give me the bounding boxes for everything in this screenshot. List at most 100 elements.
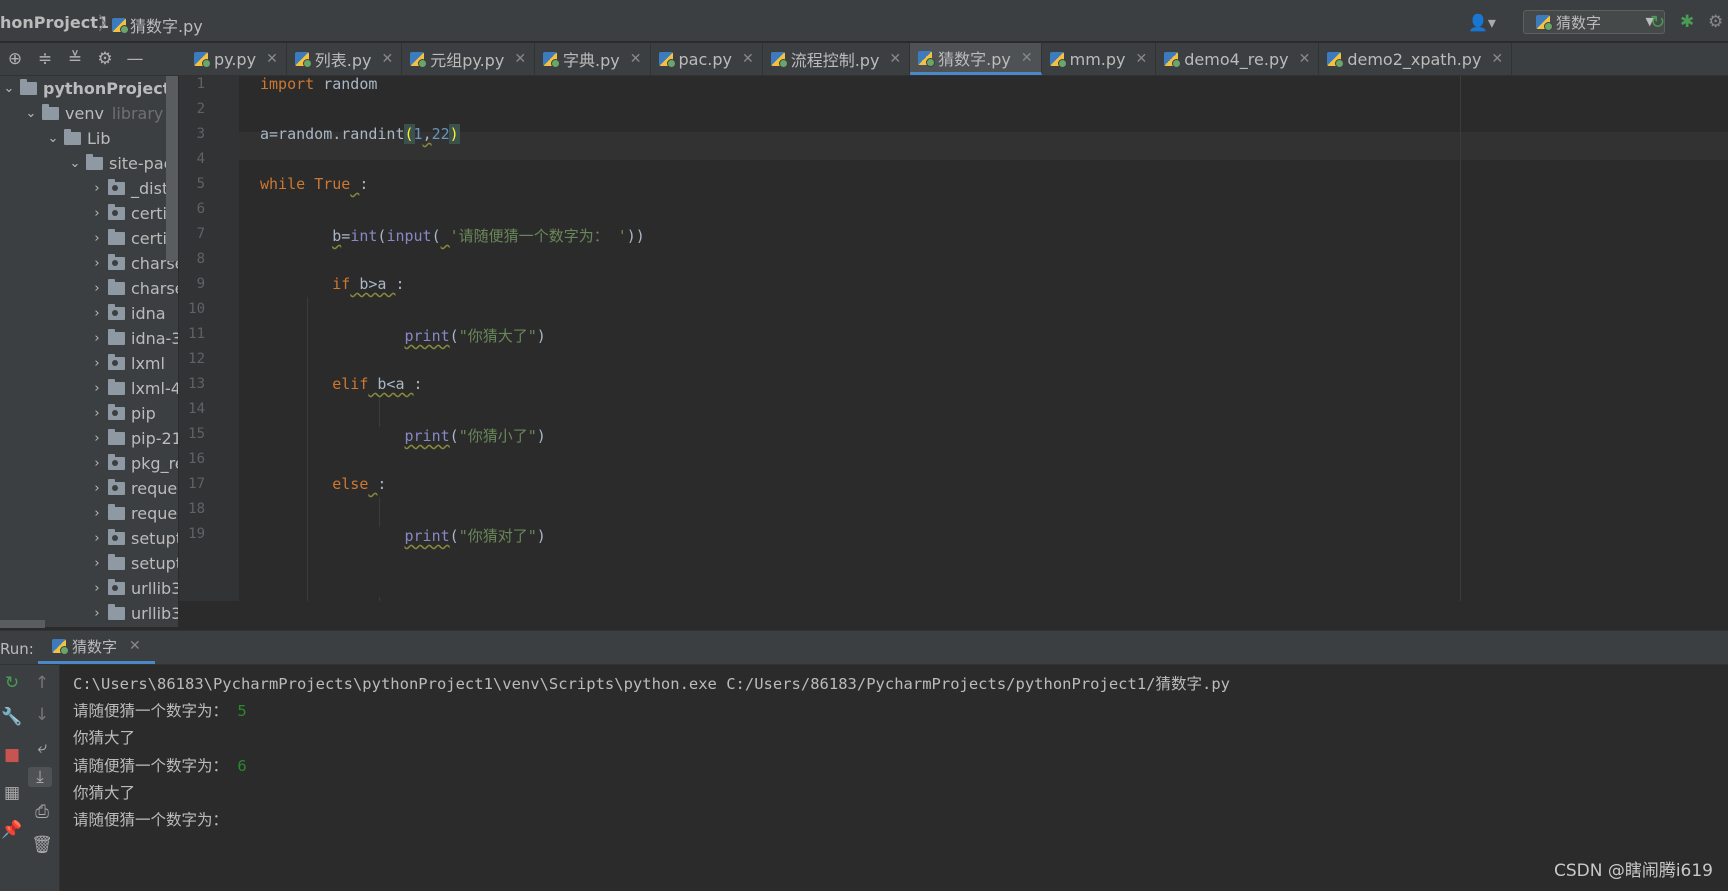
close-icon[interactable]: ✕ <box>266 51 278 67</box>
tree-item[interactable]: › reques <box>90 501 178 526</box>
tree-item[interactable]: ⌄pythonProject1C: <box>2 76 178 101</box>
editor-tab[interactable]: mm.py ✕ <box>1042 43 1157 75</box>
close-icon[interactable]: ✕ <box>630 51 642 67</box>
rerun-icon[interactable]: ↻ <box>1650 12 1665 33</box>
chevron-right-icon[interactable]: › <box>90 606 104 621</box>
tree-item[interactable]: ⌄venvlibrary roo <box>24 101 178 126</box>
tree-item[interactable]: › pip <box>90 401 156 426</box>
chevron-right-icon[interactable]: › <box>90 206 104 221</box>
breadcrumb-project[interactable]: honProject1 <box>0 13 109 32</box>
close-icon[interactable]: ✕ <box>1021 50 1033 66</box>
print-icon[interactable]: ⎙ <box>30 802 54 822</box>
tree-item[interactable]: › pip-21 <box>90 426 178 451</box>
tree-item[interactable]: › certifi <box>90 201 177 226</box>
chevron-right-icon[interactable]: › <box>90 306 104 321</box>
project-tree-scrollbar[interactable] <box>166 76 178 261</box>
run-console[interactable]: C:\Users\86183\PycharmProjects\pythonPro… <box>60 665 1728 891</box>
chevron-right-icon[interactable]: › <box>90 481 104 496</box>
bracket: )) <box>626 227 645 245</box>
chevron-right-icon[interactable]: › <box>90 281 104 296</box>
arrow-down-icon[interactable]: ↓ <box>30 705 54 725</box>
profile-icon[interactable]: ⚙ <box>1708 12 1723 32</box>
chevron-right-icon[interactable]: › <box>90 556 104 571</box>
minimize-icon[interactable]: — <box>120 49 150 69</box>
gear-icon[interactable]: ⚙ <box>90 49 120 69</box>
run-tab[interactable]: 猜数字 ✕ <box>38 631 155 664</box>
editor-tab[interactable]: 元组py.py ✕ <box>402 43 536 75</box>
indent-guide <box>379 497 380 527</box>
chevron-down-icon[interactable]: ⌄ <box>24 106 38 121</box>
editor-tab[interactable]: 列表.py ✕ <box>287 43 403 75</box>
tree-item[interactable]: › certifi- <box>90 226 178 251</box>
breadcrumb-file[interactable]: 猜数字.py <box>112 13 203 37</box>
chevron-right-icon[interactable]: › <box>90 506 104 521</box>
close-icon[interactable]: ✕ <box>1491 51 1503 67</box>
wrench-icon[interactable]: 🔧 <box>0 707 24 727</box>
close-icon[interactable]: ✕ <box>742 51 754 67</box>
tree-item[interactable]: ›charse <box>90 251 178 276</box>
soft-wrap-icon[interactable]: ⤶ <box>30 738 54 758</box>
debug-bug-icon[interactable]: ✱ <box>1680 12 1694 32</box>
scroll-to-end-icon[interactable]: ⤓ <box>28 767 52 787</box>
editor-tab[interactable]: 猜数字.py ✕ <box>910 43 1042 75</box>
run-tool-window-header: Run: 猜数字 ✕ <box>0 630 1728 665</box>
chevron-right-icon[interactable]: › <box>90 581 104 596</box>
stop-icon[interactable]: ■ <box>0 745 24 765</box>
chevron-down-icon[interactable]: ⌄ <box>68 156 82 171</box>
code-line-13: elif b<a : <box>260 375 422 393</box>
bracket: ( <box>449 327 459 345</box>
tree-item[interactable]: › lxml <box>90 351 165 376</box>
tree-item[interactable]: ⌄ Lib <box>46 126 111 151</box>
editor-tab[interactable]: 流程控制.py ✕ <box>763 43 911 75</box>
tree-item[interactable]: › idna <box>90 301 166 326</box>
tree-item[interactable]: ⌄site-packa <box>68 151 178 176</box>
arrow-up-icon[interactable]: ↑ <box>30 673 54 693</box>
person-icon[interactable]: 👤▾ <box>1468 13 1496 32</box>
run-configuration-dropdown[interactable]: 猜数字 ▼ <box>1523 10 1665 34</box>
editor-tab[interactable]: 字典.py ✕ <box>535 43 651 75</box>
chevron-right-icon[interactable]: › <box>90 181 104 196</box>
crosshair-icon[interactable]: ⊕ <box>0 49 30 69</box>
code-editor[interactable]: import random a=random.randint(1,22) whi… <box>239 76 1728 627</box>
rerun-icon[interactable]: ↻ <box>0 673 24 693</box>
tree-item[interactable]: › urllib3 <box>90 576 178 601</box>
pin-icon[interactable]: 📌 <box>0 820 24 840</box>
chevron-right-icon[interactable]: › <box>90 456 104 471</box>
expand-all-icon[interactable]: ≑ <box>30 49 60 69</box>
tree-item[interactable]: ›charse <box>90 276 178 301</box>
close-icon[interactable]: ✕ <box>514 51 526 67</box>
tree-item[interactable]: › pkg_re <box>90 451 178 476</box>
trash-icon[interactable]: 🗑 <box>30 835 54 855</box>
chevron-right-icon[interactable]: › <box>90 231 104 246</box>
close-icon[interactable]: ✕ <box>382 51 394 67</box>
layout-icon[interactable]: ▦ <box>0 783 24 803</box>
chevron-right-icon[interactable]: › <box>90 531 104 546</box>
close-icon[interactable]: ✕ <box>889 51 901 67</box>
chevron-right-icon[interactable]: › <box>90 431 104 446</box>
chevron-right-icon[interactable]: › <box>90 356 104 371</box>
folder-icon <box>108 204 125 220</box>
bracket: ( <box>449 527 459 545</box>
close-icon[interactable]: ✕ <box>1299 51 1311 67</box>
tree-item[interactable]: › setupt <box>90 551 178 576</box>
close-icon[interactable]: ✕ <box>129 638 141 654</box>
chevron-right-icon[interactable]: › <box>90 331 104 346</box>
tree-item[interactable]: ›_distut <box>90 176 178 201</box>
editor-tab[interactable]: py.py ✕ <box>186 43 287 75</box>
collapse-all-icon[interactable]: ≚ <box>60 49 90 69</box>
editor-tab[interactable]: demo2_xpath.py ✕ <box>1319 43 1513 75</box>
close-icon[interactable]: ✕ <box>1136 51 1148 67</box>
chevron-down-icon[interactable]: ⌄ <box>46 131 60 146</box>
tree-item[interactable]: › reques <box>90 476 178 501</box>
editor-tab[interactable]: pac.py ✕ <box>651 43 763 75</box>
chevron-right-icon[interactable]: › <box>90 381 104 396</box>
tree-item[interactable]: › lxml-4. <box>90 376 178 401</box>
editor-tab[interactable]: demo4_re.py ✕ <box>1156 43 1320 75</box>
chevron-right-icon[interactable]: › <box>90 406 104 421</box>
tree-item[interactable]: › setupt <box>90 526 178 551</box>
chevron-right-icon[interactable]: › <box>90 256 104 271</box>
tree-item[interactable]: › idna-3. <box>90 326 178 351</box>
project-tree-h-scrollbar[interactable] <box>0 620 45 628</box>
chevron-down-icon[interactable]: ⌄ <box>2 81 16 96</box>
tree-item[interactable]: › urllib3 <box>90 601 178 626</box>
